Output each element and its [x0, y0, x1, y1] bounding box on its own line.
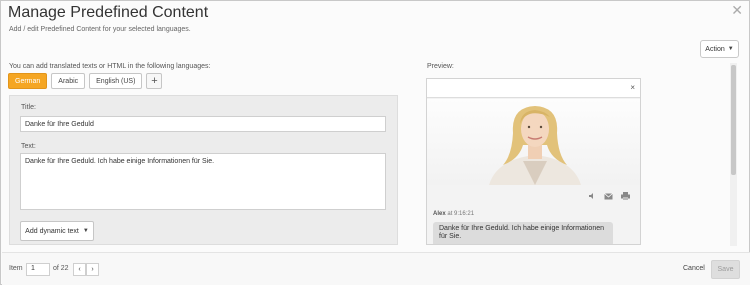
preview-tools — [587, 192, 630, 200]
message-meta: Alex at 9:16:21 — [433, 211, 474, 217]
preview-close-icon[interactable]: × — [630, 83, 635, 92]
next-item-button[interactable]: › — [86, 263, 99, 276]
scrollbar-thumb[interactable] — [731, 65, 736, 175]
close-icon[interactable]: ✕ — [731, 3, 743, 17]
message-bubble: Danke für Ihre Geduld. Ich habe einige I… — [433, 222, 613, 244]
add-language-button[interactable]: + — [146, 73, 163, 89]
languages-hint: You can add translated texts or HTML in … — [9, 63, 211, 70]
tab-english-us[interactable]: English (US) — [89, 73, 143, 89]
action-dropdown-button[interactable]: Action ▼ — [700, 40, 739, 58]
item-label: Item — [9, 265, 23, 272]
text-label: Text: — [21, 143, 36, 150]
dialog: Manage Predefined Content Add / edit Pre… — [0, 0, 750, 285]
language-tabs: German Arabic English (US) + — [8, 73, 163, 89]
message-time: at 9:16:21 — [445, 211, 475, 217]
preview-header: × — [427, 79, 640, 98]
dialog-footer: Item 1 of 22 ‹ › Cancel Save — [2, 252, 750, 285]
scrollbar[interactable] — [730, 63, 737, 246]
email-icon[interactable] — [604, 192, 613, 200]
item-total: of 22 — [53, 265, 69, 272]
dialog-title: Manage Predefined Content — [8, 4, 209, 21]
speaker-icon[interactable] — [587, 192, 596, 200]
title-input[interactable]: Danke für Ihre Geduld — [20, 116, 386, 132]
add-dynamic-text-button[interactable]: Add dynamic text ▼ — [20, 221, 94, 241]
title-label: Title: — [21, 104, 36, 111]
agent-avatar-image — [427, 99, 640, 185]
add-dynamic-text-label: Add dynamic text — [25, 227, 79, 235]
chevron-down-icon: ▼ — [727, 46, 734, 52]
tab-german[interactable]: German — [8, 73, 48, 89]
save-button[interactable]: Save — [711, 260, 740, 279]
chat-preview: × Alex at 9:16:21 Danke für Ihre Geduld.… — [426, 78, 641, 245]
content-form: Title: Danke für Ihre Geduld Text: Danke… — [9, 95, 398, 245]
chevron-down-icon: ▼ — [82, 228, 89, 234]
item-number-input[interactable]: 1 — [26, 263, 50, 276]
previous-item-button[interactable]: ‹ — [73, 263, 86, 276]
text-textarea[interactable]: Danke für Ihre Geduld. Ich habe einige I… — [20, 153, 386, 210]
dialog-subtitle: Add / edit Predefined Content for your s… — [9, 26, 191, 33]
action-label: Action — [705, 45, 725, 53]
agent-name: Alex — [433, 211, 446, 217]
print-icon[interactable] — [621, 192, 630, 200]
preview-label: Preview: — [427, 63, 454, 70]
tab-arabic[interactable]: Arabic — [51, 73, 86, 89]
agent-portrait-icon — [489, 106, 581, 185]
cancel-button[interactable]: Cancel — [683, 265, 705, 272]
